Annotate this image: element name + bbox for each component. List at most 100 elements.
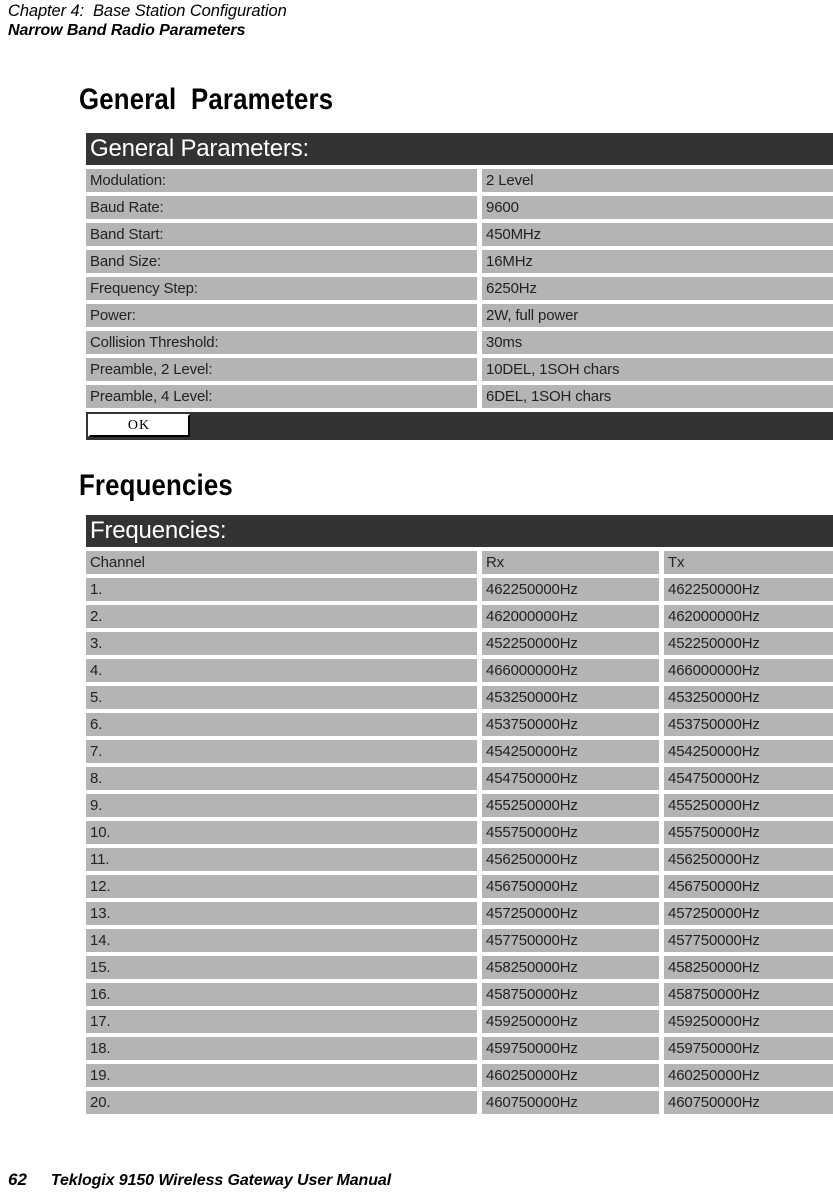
frequency-tx-value[interactable]: 466000000Hz [664,659,833,682]
frequency-rx-value[interactable]: 453750000Hz [482,713,659,736]
frequency-rx-value[interactable]: 455250000Hz [482,794,659,817]
frequency-rx-value[interactable]: 466000000Hz [482,659,659,682]
frequency-rx-value[interactable]: 459250000Hz [482,1010,659,1033]
general-parameter-row: Baud Rate: 9600 [86,196,833,219]
column-header-channel: Channel [86,551,477,574]
general-parameter-value[interactable]: 6250Hz [482,277,833,300]
frequency-rx-value[interactable]: 454250000Hz [482,740,659,763]
frequency-row: 1. 462250000Hz 462250000Hz [86,578,833,601]
general-parameter-value[interactable]: 2W, full power [482,304,833,327]
frequency-tx-value[interactable]: 458250000Hz [664,956,833,979]
frequency-tx-value[interactable]: 453750000Hz [664,713,833,736]
frequency-tx-value[interactable]: 460250000Hz [664,1064,833,1087]
manual-title: Teklogix 9150 Wireless Gateway User Manu… [50,1172,392,1189]
frequency-channel: 6. [86,713,477,736]
frequency-tx-value[interactable]: 462000000Hz [664,605,833,628]
frequency-row: 18. 459750000Hz 459750000Hz [86,1037,833,1060]
frequency-rx-value[interactable]: 460250000Hz [482,1064,659,1087]
general-parameter-value[interactable]: 16MHz [482,250,833,273]
general-parameter-value[interactable]: 30ms [482,331,833,354]
general-parameter-row: Frequency Step: 6250Hz [86,277,833,300]
chapter-title: Chapter 4: Base Station Configuration [8,2,287,20]
frequency-rx-value[interactable]: 457750000Hz [482,929,659,952]
page-footer: 62 Teklogix 9150 Wireless Gateway User M… [8,1170,391,1190]
frequency-rx-value[interactable]: 462250000Hz [482,578,659,601]
general-parameter-label: Preamble, 4 Level: [86,385,477,408]
frequency-rx-value[interactable]: 454750000Hz [482,767,659,790]
frequency-channel: 15. [86,956,477,979]
frequency-row: 2. 462000000Hz 462000000Hz [86,605,833,628]
general-parameter-row: Preamble, 4 Level: 6DEL, 1SOH chars [86,385,833,408]
frequency-channel: 9. [86,794,477,817]
frequency-tx-value[interactable]: 459750000Hz [664,1037,833,1060]
frequencies-titlebar: Frequencies: [86,515,833,547]
frequency-channel: 4. [86,659,477,682]
frequency-channel: 2. [86,605,477,628]
frequency-channel: 5. [86,686,477,709]
frequency-tx-value[interactable]: 460750000Hz [664,1091,833,1114]
frequency-channel: 13. [86,902,477,925]
frequency-row: 4. 466000000Hz 466000000Hz [86,659,833,682]
frequency-channel: 16. [86,983,477,1006]
frequency-rx-value[interactable]: 457250000Hz [482,902,659,925]
general-parameter-label: Modulation: [86,169,477,192]
frequency-tx-value[interactable]: 456750000Hz [664,875,833,898]
frequency-rx-value[interactable]: 458750000Hz [482,983,659,1006]
general-parameters-heading: General Parameters [79,83,334,116]
frequencies-panel: Frequencies: Channel Rx Tx 1. 462250000Hz 462… [86,515,833,1114]
frequency-rx-value[interactable]: 456250000Hz [482,848,659,871]
frequency-row: 13. 457250000Hz 457250000Hz [86,902,833,925]
frequency-rx-value[interactable]: 458250000Hz [482,956,659,979]
frequency-tx-value[interactable]: 457750000Hz [664,929,833,952]
frequency-rx-value[interactable]: 453250000Hz [482,686,659,709]
frequency-tx-value[interactable]: 452250000Hz [664,632,833,655]
frequency-tx-value[interactable]: 458750000Hz [664,983,833,1006]
frequency-rx-value[interactable]: 459750000Hz [482,1037,659,1060]
frequency-channel: 19. [86,1064,477,1087]
frequency-row: 6. 453750000Hz 453750000Hz [86,713,833,736]
general-parameter-value[interactable]: 10DEL, 1SOH chars [482,358,833,381]
general-parameter-value[interactable]: 6DEL, 1SOH chars [482,385,833,408]
frequency-rx-value[interactable]: 455750000Hz [482,821,659,844]
general-parameter-row: Band Start: 450MHz [86,223,833,246]
general-parameter-value[interactable]: 450MHz [482,223,833,246]
frequency-row: 20. 460750000Hz 460750000Hz [86,1091,833,1114]
frequency-channel: 12. [86,875,477,898]
frequency-tx-value[interactable]: 453250000Hz [664,686,833,709]
frequency-tx-value[interactable]: 454750000Hz [664,767,833,790]
frequency-row: 5. 453250000Hz 453250000Hz [86,686,833,709]
frequency-rx-value[interactable]: 462000000Hz [482,605,659,628]
frequency-row: 14. 457750000Hz 457750000Hz [86,929,833,952]
page-number: 62 [8,1170,27,1189]
general-parameter-label: Baud Rate: [86,196,477,219]
frequency-channel: 8. [86,767,477,790]
frequency-channel: 14. [86,929,477,952]
frequency-tx-value[interactable]: 462250000Hz [664,578,833,601]
general-parameter-value[interactable]: 2 Level [482,169,833,192]
frequency-channel: 1. [86,578,477,601]
frequency-channel: 11. [86,848,477,871]
frequency-channel: 17. [86,1010,477,1033]
frequency-tx-value[interactable]: 455750000Hz [664,821,833,844]
general-parameter-label: Collision Threshold: [86,331,477,354]
frequency-tx-value[interactable]: 459250000Hz [664,1010,833,1033]
frequency-rx-value[interactable]: 452250000Hz [482,632,659,655]
frequency-tx-value[interactable]: 455250000Hz [664,794,833,817]
frequency-tx-value[interactable]: 454250000Hz [664,740,833,763]
general-parameter-value[interactable]: 9600 [482,196,833,219]
frequency-tx-value[interactable]: 456250000Hz [664,848,833,871]
general-parameters-panel: General Parameters: Modulation: 2 Level Ba… [86,133,833,440]
frequency-row: 7. 454250000Hz 454250000Hz [86,740,833,763]
frequency-tx-value[interactable]: 457250000Hz [664,902,833,925]
frequency-rx-value[interactable]: 456750000Hz [482,875,659,898]
frequency-rx-value[interactable]: 460750000Hz [482,1091,659,1114]
column-header-tx: Tx [664,551,833,574]
frequency-row: 16. 458750000Hz 458750000Hz [86,983,833,1006]
general-parameter-row: Modulation: 2 Level [86,169,833,192]
frequencies-rows: Channel Rx Tx 1. 462250000Hz 462250000Hz 2. 462… [86,551,833,1114]
frequency-channel: 3. [86,632,477,655]
ok-button[interactable]: OK [88,414,190,437]
frequency-row: 10. 455750000Hz 455750000Hz [86,821,833,844]
running-head: Chapter 4: Base Station Configuration Na… [8,2,648,40]
frequency-row: 15. 458250000Hz 458250000Hz [86,956,833,979]
